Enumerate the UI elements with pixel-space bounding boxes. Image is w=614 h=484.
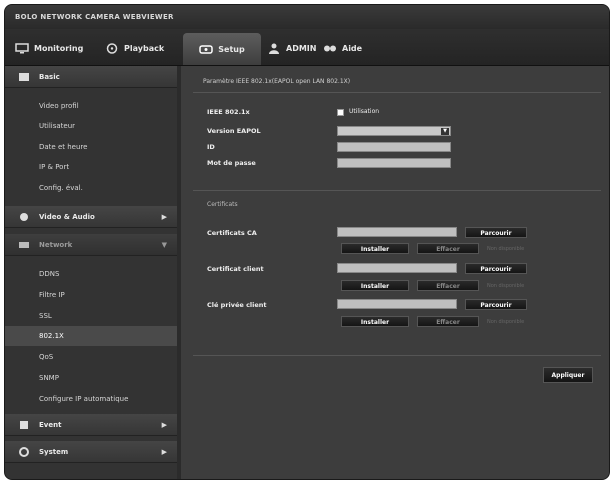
sidebar-item-label: Video & Audio (39, 213, 95, 221)
sidebar-item-ip-port[interactable]: IP & Port (5, 157, 177, 177)
sidebar-item-video-audio[interactable]: Video & Audio ▶ (5, 206, 177, 228)
sidebar-item-8021x[interactable]: 802.1X (5, 326, 177, 346)
client-key-label: Clé privée client (207, 301, 267, 309)
client-cert-file-input[interactable] (337, 263, 457, 273)
chevron-right-icon: ▶ (161, 421, 167, 429)
sidebar-item-auto-ip[interactable]: Configure IP automatique (5, 389, 177, 409)
use-checkbox-label: Utilisation (349, 108, 380, 115)
sidebar-item-label: System (39, 448, 69, 456)
password-input[interactable] (337, 158, 451, 168)
install-ca-button[interactable]: Installer (341, 243, 409, 254)
certificates-title: Certificats (207, 201, 238, 208)
ca-status: Non disponible (487, 246, 525, 252)
remove-ca-button[interactable]: Effacer (417, 243, 479, 254)
setup-icon (199, 44, 214, 54)
chevron-right-icon: ▶ (161, 448, 167, 456)
install-cert-button[interactable]: Installer (341, 280, 409, 291)
sidebar-item-system[interactable]: System ▶ (5, 441, 177, 463)
tab-monitoring[interactable]: Monitoring (15, 37, 83, 59)
sidebar-item-qos[interactable]: QoS (5, 347, 177, 367)
eapol-version-select[interactable]: ▼ (337, 126, 451, 136)
tab-setup[interactable]: Setup (183, 33, 261, 65)
chevron-down-icon: ▼ (441, 128, 449, 135)
sidebar-item-ddns[interactable]: DDNS (5, 264, 177, 284)
ca-cert-file-input[interactable] (337, 227, 457, 237)
sidebar-item-label: Basic (39, 73, 60, 81)
sidebar-item-ip-filter[interactable]: Filtre IP (5, 285, 177, 305)
key-status: Non disponible (487, 319, 525, 325)
tab-monitoring-label: Monitoring (34, 43, 84, 53)
event-icon (20, 421, 28, 429)
browse-key-button[interactable]: Parcourir (465, 299, 527, 310)
tab-setup-label: Setup (218, 44, 245, 54)
eapol-label: Version EAPOL (207, 127, 261, 135)
tab-playback[interactable]: Playback (105, 37, 164, 59)
sidebar-item-ssl[interactable]: SSL (5, 306, 177, 326)
section-title: Paramètre IEEE 802.1x(EAPOL open LAN 802… (203, 78, 351, 85)
sidebar-item-basic[interactable]: Basic (5, 66, 177, 88)
sidebar-item-event[interactable]: Event ▶ (5, 414, 177, 436)
user-menu[interactable]: ADMIN (267, 37, 316, 59)
client-cert-label: Certificat client (207, 265, 264, 273)
sidebar-item-date-time[interactable]: Date et heure (5, 137, 177, 157)
sidebar-item-video-profile[interactable]: Video profil (5, 96, 177, 116)
chevron-right-icon: ▶ (161, 213, 167, 221)
ieee-label: IEEE 802.1x (207, 108, 250, 116)
settings-panel: Paramètre IEEE 802.1x(EAPOL open LAN 802… (181, 66, 609, 479)
tab-playback-label: Playback (124, 43, 165, 53)
sidebar-item-user[interactable]: Utilisateur (5, 116, 177, 136)
network-icon (19, 242, 29, 248)
remove-cert-button[interactable]: Effacer (417, 280, 479, 291)
use-checkbox[interactable] (337, 109, 344, 116)
divider (193, 190, 601, 191)
film-reel-icon (106, 42, 118, 54)
password-label: Mot de passe (207, 159, 256, 167)
gear-icon (19, 447, 29, 457)
divider (193, 92, 601, 93)
window-title: BOLO NETWORK CAMERA WEBVIEWER (5, 5, 609, 29)
top-navbar: Monitoring Playback Setup ADMIN Aide (5, 29, 609, 66)
sidebar-item-config[interactable]: Config. éval. (5, 178, 177, 198)
sidebar-item-network[interactable]: Network ▼ (5, 234, 177, 256)
browse-ca-button[interactable]: Parcourir (465, 227, 527, 238)
install-key-button[interactable]: Installer (341, 316, 409, 327)
app-window: BOLO NETWORK CAMERA WEBVIEWER Monitoring… (4, 4, 610, 480)
video-audio-icon (20, 213, 28, 221)
help-link[interactable]: Aide (323, 37, 362, 59)
divider (193, 355, 601, 356)
id-label: ID (207, 143, 215, 151)
help-icon (324, 45, 336, 51)
sidebar-item-label: Event (39, 421, 62, 429)
remove-key-button[interactable]: Effacer (417, 316, 479, 327)
user-label: ADMIN (286, 43, 317, 53)
id-input[interactable] (337, 142, 451, 152)
ca-cert-label: Certificats CA (207, 229, 257, 237)
cert-status: Non disponible (487, 283, 525, 289)
chevron-down-icon: ▼ (161, 241, 167, 249)
help-label: Aide (342, 43, 363, 53)
user-icon (269, 43, 279, 54)
sidebar: Basic Video profil Utilisateur Date et h… (5, 66, 177, 479)
browse-cert-button[interactable]: Parcourir (465, 263, 527, 274)
sidebar-item-snmp[interactable]: SNMP (5, 368, 177, 388)
apply-button[interactable]: Appliquer (543, 367, 593, 383)
monitor-icon (15, 42, 29, 53)
basic-icon (19, 73, 29, 81)
client-key-file-input[interactable] (337, 299, 457, 309)
sidebar-item-label: Network (39, 241, 73, 249)
